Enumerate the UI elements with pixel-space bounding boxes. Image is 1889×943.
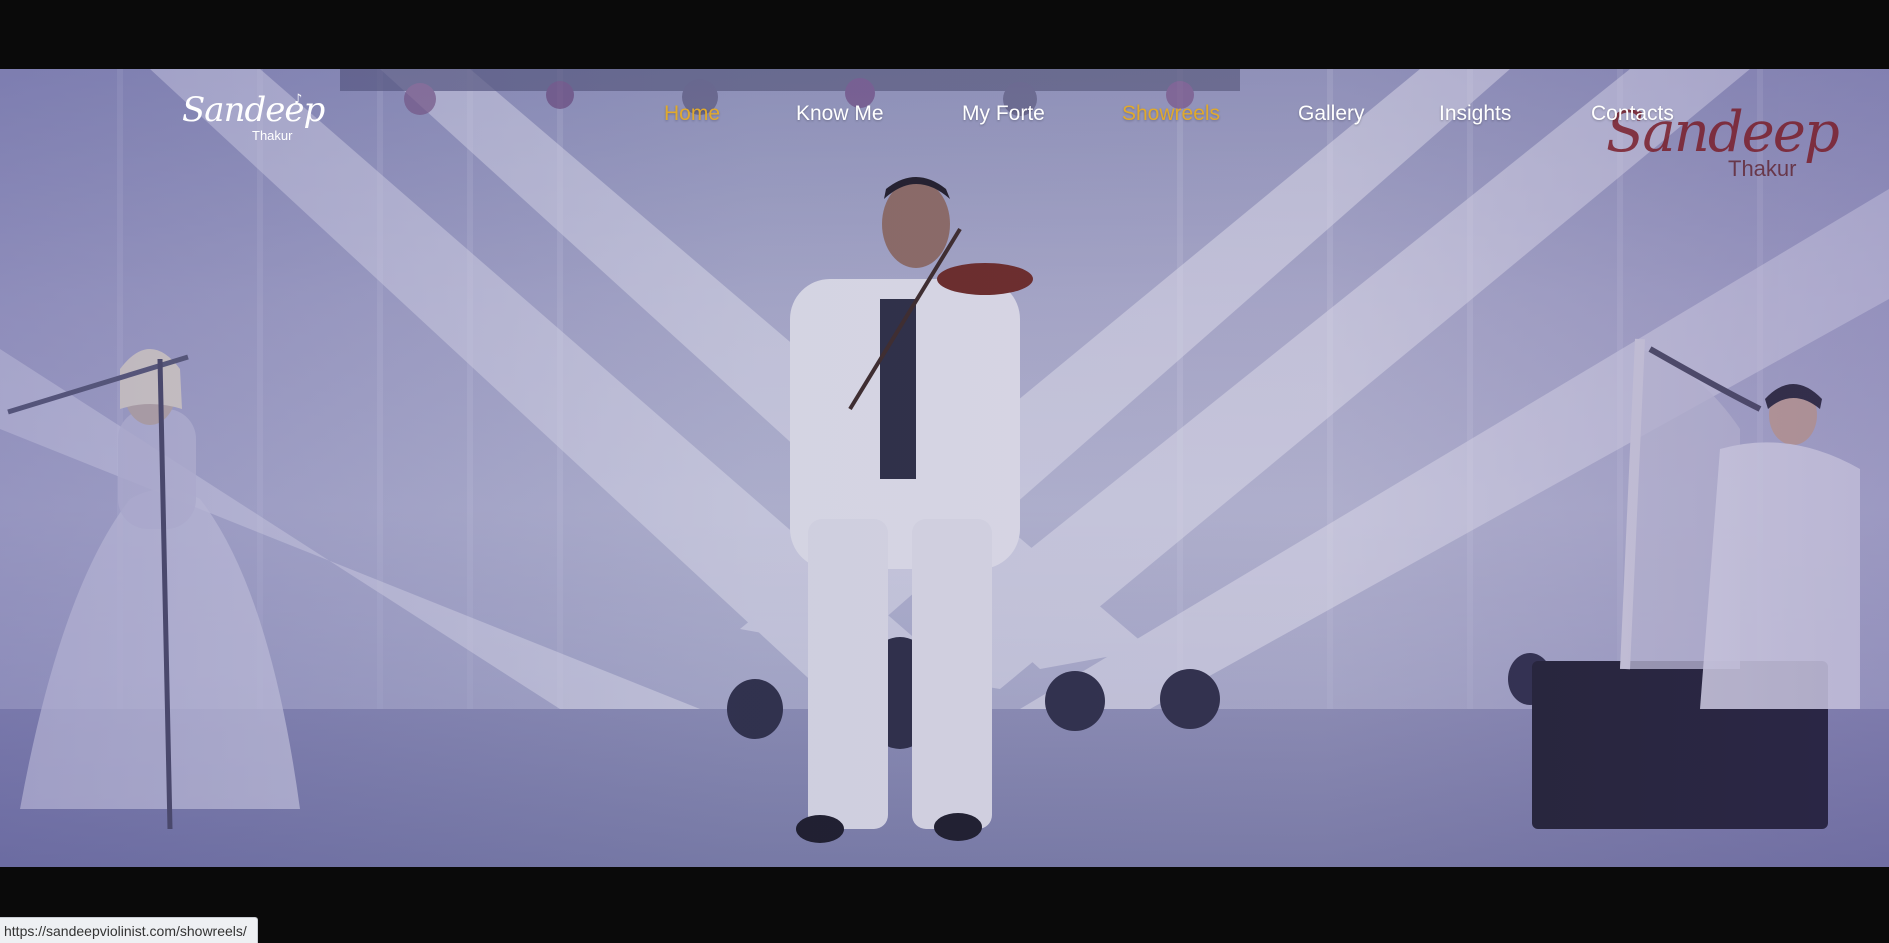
nav-item-home[interactable]: Home — [664, 102, 720, 126]
watermark-logo-surname: Thakur — [1728, 156, 1797, 181]
hero-video-background — [0, 69, 1889, 867]
nav-item-contacts[interactable]: Contacts — [1591, 102, 1674, 126]
nav-item-my-forte[interactable]: My Forte — [962, 102, 1045, 126]
stage-scene-image — [0, 69, 1889, 867]
page: Sandeep ♪ Thakur Sandeep Thakur Home Kno… — [0, 0, 1889, 943]
logo-surname: Thakur — [252, 128, 293, 143]
nav-item-showreels[interactable]: Showreels — [1122, 102, 1220, 126]
nav-item-gallery[interactable]: Gallery — [1298, 102, 1365, 126]
nav-item-insights[interactable]: Insights — [1439, 102, 1511, 126]
browser-status-url: https://sandeepviolinist.com/showreels/ — [0, 917, 258, 943]
nav-item-know-me[interactable]: Know Me — [796, 102, 884, 126]
main-navigation: Home Know Me My Forte Showreels Gallery … — [0, 102, 1889, 128]
